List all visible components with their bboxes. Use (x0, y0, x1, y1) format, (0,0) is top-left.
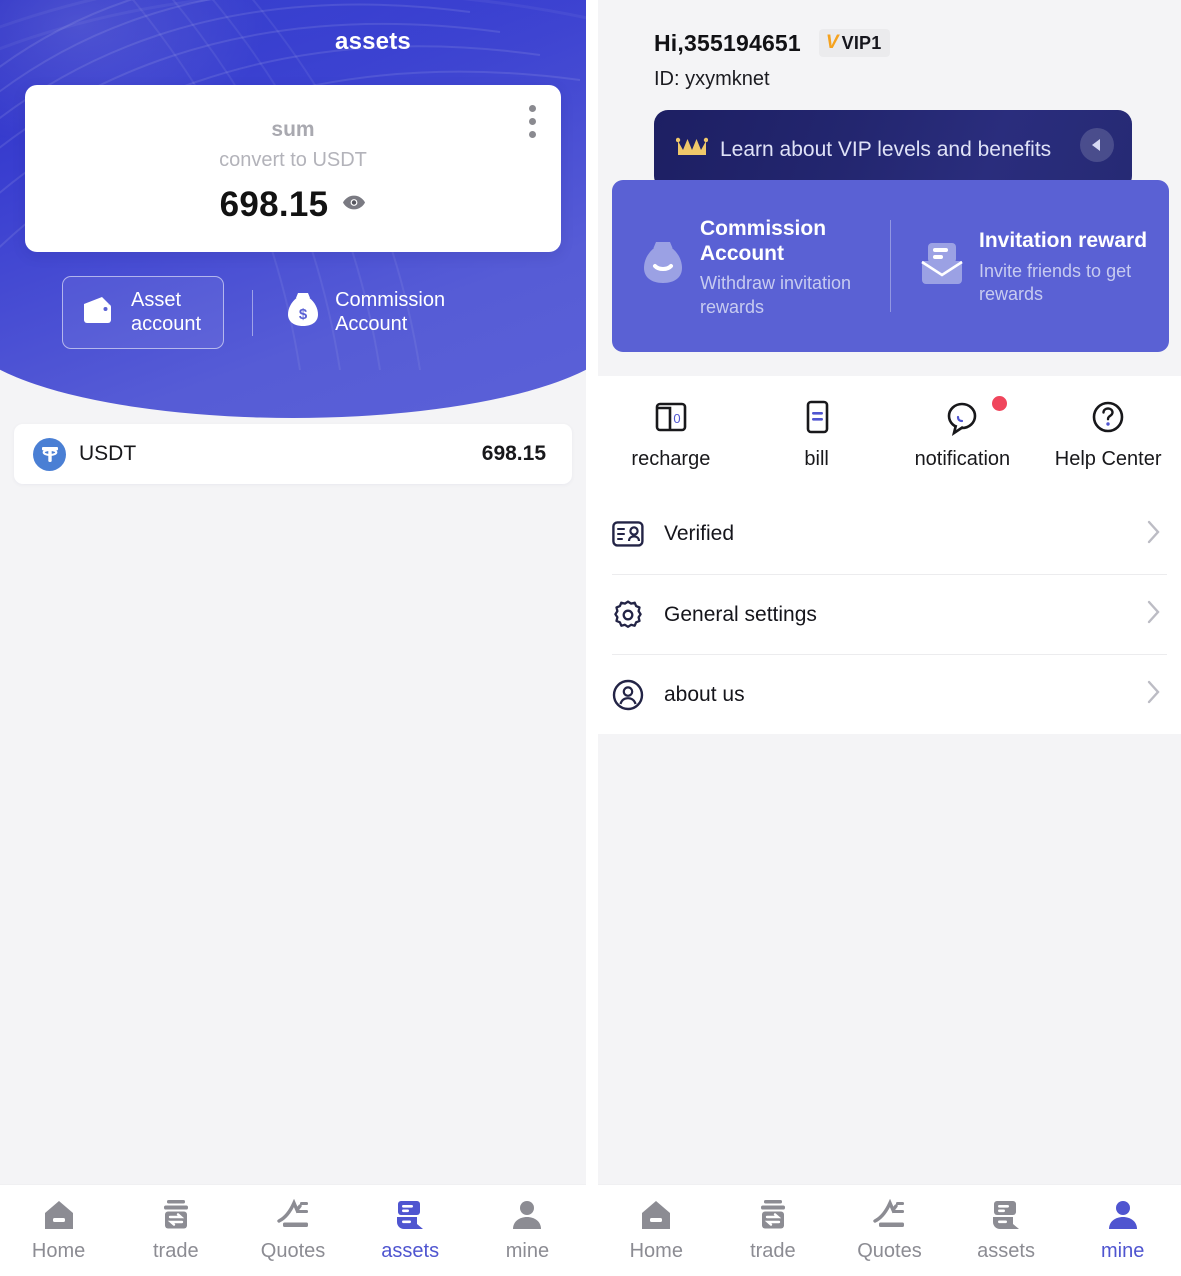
greeting-row: Hi,355194651 V VIP1 (654, 29, 891, 57)
tab-home[interactable]: Home (0, 1199, 117, 1263)
vip-promo-banner[interactable]: Learn about VIP levels and benefits (654, 110, 1132, 190)
vip-v-icon: V (825, 32, 839, 53)
account-type-switch: Asset account $ Commission Account (0, 276, 586, 350)
invitation-card-subtitle: Invite friends to get rewards (979, 260, 1132, 305)
chevron-right-icon (1145, 677, 1163, 712)
status-badge[interactable]: V VIP1 (818, 29, 891, 57)
vip-banner-text: Learn about VIP levels and benefits (720, 138, 1052, 161)
chevron-left-icon[interactable] (1080, 128, 1114, 162)
user-circle-icon (612, 679, 644, 711)
asset-account-button[interactable]: Asset account (62, 276, 225, 350)
menu-item-about-us[interactable]: about us (612, 654, 1167, 734)
commission-account-card[interactable]: Commission Account Withdraw invitation r… (612, 180, 890, 352)
mine-panel: Hi,355194651 V VIP1 ID: yxymknet Learn a… (598, 0, 1181, 1276)
commission-card-title: Commission Account (700, 216, 827, 265)
coin-amount: 698.15 (481, 442, 546, 465)
tab-label: mine (505, 1239, 550, 1262)
commission-card-text: Commission Account Withdraw invitation r… (700, 213, 890, 319)
panel-divider (586, 0, 598, 1276)
tab-label: mine (1100, 1239, 1145, 1262)
chevron-right-icon (1145, 517, 1163, 552)
bottom-tabbar-right: Home trade Quotes assets mine (598, 1184, 1181, 1276)
quick-action-notification[interactable]: notification (890, 396, 1036, 471)
notification-badge-dot (992, 396, 1008, 411)
quick-action-label: Help Center (1054, 448, 1162, 470)
quick-action-label: bill (804, 448, 829, 470)
tab-mine[interactable]: mine (469, 1199, 586, 1263)
invitation-card-title: Invitation reward (979, 229, 1148, 253)
id-card-icon (612, 521, 644, 547)
invitation-card-text: Invitation reward Invite friends to get … (979, 225, 1169, 307)
tab-mine[interactable]: mine (1064, 1199, 1181, 1263)
list-item[interactable]: USDT 698.15 (14, 424, 572, 484)
svg-text:0: 0 (673, 411, 680, 426)
menu-item-verified[interactable]: Verified (612, 494, 1167, 574)
quick-action-bill[interactable]: bill (744, 399, 890, 471)
quick-action-recharge[interactable]: 0 recharge (598, 399, 744, 471)
assets-panel: assets sum convert to USDT 698.15 Asset … (0, 0, 586, 1276)
tab-assets[interactable]: assets (948, 1199, 1065, 1263)
quick-action-label: recharge (631, 448, 711, 470)
svg-text:$: $ (299, 306, 308, 323)
tab-label: trade (153, 1239, 199, 1262)
tab-label: Home (31, 1239, 86, 1262)
balance-card: sum convert to USDT 698.15 (25, 85, 561, 252)
crown-icon (675, 136, 709, 165)
balance-currency-note: convert to USDT (219, 149, 367, 171)
money-bag-icon: $ (285, 291, 321, 334)
commission-account-label: Commission Account (335, 289, 446, 335)
eye-icon[interactable] (342, 194, 366, 216)
invitation-reward-card[interactable]: Invitation reward Invite friends to get … (891, 180, 1169, 352)
account-switch-divider (252, 289, 254, 336)
money-bag-icon (640, 240, 686, 293)
balance-label: sum (271, 118, 315, 141)
tab-label: Quotes (857, 1239, 922, 1262)
tab-label: Quotes (260, 1239, 326, 1262)
menu-item-label: Verified (664, 522, 735, 545)
commission-card-subtitle: Withdraw invitation rewards (700, 273, 852, 317)
quick-actions-bar: 0 recharge bill notification Help Center (598, 376, 1181, 494)
tab-quotes[interactable]: Quotes (831, 1198, 948, 1263)
dual-panel-screenshot: assets sum convert to USDT 698.15 Asset … (0, 0, 1181, 1276)
tab-home[interactable]: Home (598, 1199, 715, 1263)
coin-name: USDT (79, 442, 137, 465)
tab-trade[interactable]: trade (715, 1199, 832, 1263)
usdt-icon (33, 437, 66, 471)
bottom-tabbar-left: Home trade Quotes assets mine (0, 1184, 586, 1276)
wallet-icon (81, 294, 117, 331)
tab-label: assets (977, 1239, 1035, 1262)
menu-item-general-settings[interactable]: General settings (612, 574, 1167, 654)
promo-card-group: Commission Account Withdraw invitation r… (612, 180, 1169, 352)
envelope-document-icon (919, 241, 965, 292)
menu-item-label: General settings (664, 602, 817, 626)
settings-menu-list: Verified General settings about us (598, 494, 1181, 734)
balance-amount: 698.15 (219, 185, 329, 224)
tab-trade[interactable]: trade (117, 1199, 234, 1263)
balance-amount-row: 698.15 (25, 185, 561, 225)
chevron-right-icon (1145, 597, 1163, 632)
quick-action-help-center[interactable]: Help Center (1035, 399, 1181, 471)
tab-label: assets (381, 1239, 440, 1262)
page-title: assets (335, 28, 411, 55)
tab-label: Home (629, 1239, 683, 1262)
menu-item-label: about us (664, 682, 745, 706)
tab-assets[interactable]: assets (352, 1199, 469, 1263)
vip-level-label: VIP1 (841, 32, 882, 53)
tab-label: trade (750, 1239, 796, 1262)
quick-action-label: notification (914, 448, 1011, 470)
tab-quotes[interactable]: Quotes (234, 1198, 351, 1263)
greeting-text: Hi,355194651 (654, 29, 801, 56)
asset-account-label: Asset account (131, 289, 202, 335)
gear-icon (612, 599, 644, 631)
commission-account-button[interactable]: $ Commission Account (285, 289, 445, 336)
user-id: ID: yxymknet (654, 68, 770, 90)
